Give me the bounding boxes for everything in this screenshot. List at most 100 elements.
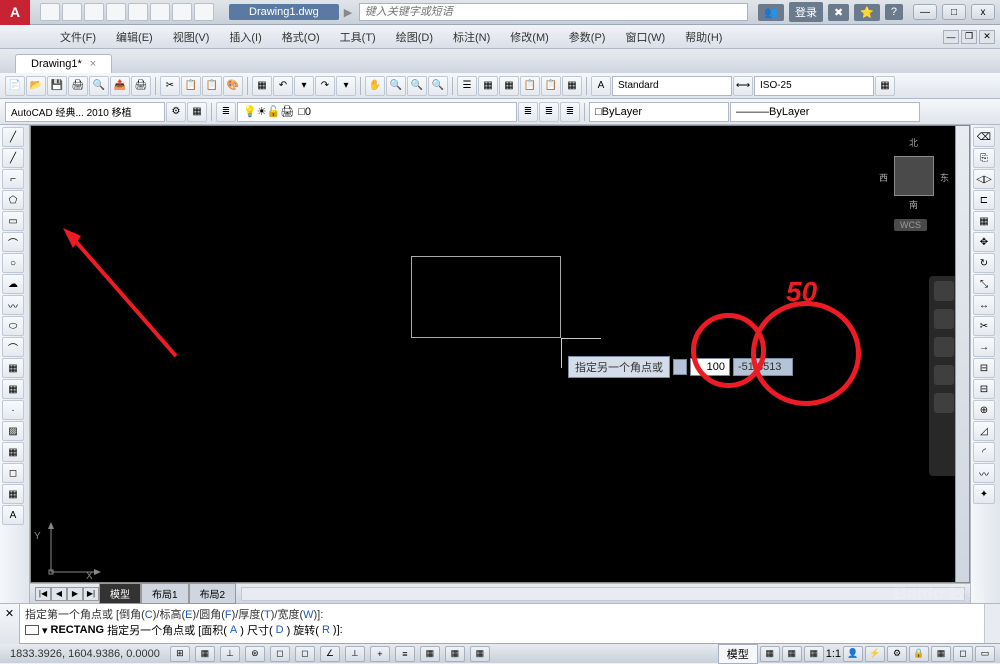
tab-drawing1[interactable]: Drawing1* × (15, 54, 112, 73)
layer-iso-icon[interactable]: ≣ (539, 102, 559, 122)
cube-east[interactable]: 东 (940, 171, 949, 184)
redo-icon[interactable]: ↷ (315, 76, 335, 96)
make-block-tool[interactable]: ▦ (2, 379, 24, 399)
login-button[interactable]: 登录 (789, 2, 823, 22)
xline-tool[interactable]: ╱ (2, 148, 24, 168)
help-icon[interactable]: ? (885, 4, 903, 20)
print-icon[interactable]: 🖨 (68, 76, 88, 96)
qprops-icon[interactable]: ▦ (445, 646, 465, 662)
calc-icon[interactable]: ▦ (562, 76, 582, 96)
undo-icon[interactable]: ↶ (273, 76, 293, 96)
tab-model[interactable]: 模型 (99, 583, 141, 604)
view-cube[interactable]: 北 南 东 西 WCS (879, 131, 949, 231)
coordinates[interactable]: 1833.3926, 1604.9386, 0.0000 (5, 648, 165, 660)
favorite-icon[interactable]: ⭐ (854, 4, 880, 21)
quickview-layouts-icon[interactable]: ▦ (760, 646, 780, 662)
tab-layout2[interactable]: 布局2 (189, 583, 237, 604)
polygon-tool[interactable]: ⬠ (2, 190, 24, 210)
dyn-input-icon[interactable]: + (370, 646, 390, 662)
pan-icon[interactable]: ✋ (365, 76, 385, 96)
sheet-icon[interactable]: 📋 (520, 76, 540, 96)
layout-last[interactable]: ▶| (83, 587, 99, 601)
cut-icon[interactable]: ✂ (160, 76, 180, 96)
ellipse-tool[interactable]: ⬭ (2, 316, 24, 336)
nav-showmotion-icon[interactable] (934, 393, 954, 413)
table-tool[interactable]: ▦ (2, 484, 24, 504)
anno-auto-icon[interactable]: ⚡ (865, 646, 885, 662)
menu-params[interactable]: 参数(P) (559, 26, 616, 48)
zoom-window-icon[interactable]: 🔍 (407, 76, 427, 96)
workspace-save-icon[interactable]: ▦ (187, 102, 207, 122)
menu-draw[interactable]: 绘图(D) (386, 26, 443, 48)
menu-help[interactable]: 帮助(H) (675, 26, 732, 48)
color-combo[interactable]: □ ByLayer (589, 102, 729, 122)
preview-icon[interactable]: 🔍 (89, 76, 109, 96)
stretch-tool[interactable]: ↔ (973, 295, 995, 315)
layer-state-icon[interactable]: ≣ (518, 102, 538, 122)
markup-icon[interactable]: 📋 (541, 76, 561, 96)
qat-redo[interactable] (172, 3, 192, 21)
command-text[interactable]: 指定第一个角点或 [倒角(C)/标高(E)/圆角(F)/厚度(T)/宽度(W)]… (20, 604, 984, 643)
cmd-scrollbar[interactable] (984, 604, 1000, 643)
move-tool[interactable]: ✥ (973, 232, 995, 252)
menu-edit[interactable]: 编辑(E) (106, 26, 163, 48)
maximize-button[interactable]: □ (942, 4, 966, 20)
polyline-tool[interactable]: ⌐ (2, 169, 24, 189)
mirror-tool[interactable]: ◁▷ (973, 169, 995, 189)
drawing-canvas[interactable]: 指定另一个角点或 -51.8513 50 Y X 北 南 (30, 125, 970, 583)
point-tool[interactable]: · (2, 400, 24, 420)
exchange-icon[interactable]: ✖ (828, 4, 849, 21)
arc-tool[interactable]: ⌒ (2, 232, 24, 252)
nav-zoom-icon[interactable] (934, 337, 954, 357)
anno-visibility-icon[interactable]: 👤 (843, 646, 863, 662)
cube-north[interactable]: 北 (909, 136, 918, 149)
layer-prev-icon[interactable]: ≣ (560, 102, 580, 122)
properties-icon[interactable]: ☰ (457, 76, 477, 96)
publish-icon[interactable]: 📤 (110, 76, 130, 96)
close-button[interactable]: x (971, 4, 995, 20)
cube-west[interactable]: 西 (879, 171, 888, 184)
nav-orbit-icon[interactable] (934, 365, 954, 385)
tab-layout1[interactable]: 布局1 (141, 583, 189, 604)
layer-combo[interactable]: 💡 ☀ 🔓 🖨 □ 0 (237, 102, 517, 122)
horizontal-scrollbar[interactable] (241, 587, 965, 601)
blend-tool[interactable]: 〰 (973, 463, 995, 483)
menu-file[interactable]: 文件(F) (50, 26, 106, 48)
doc-restore[interactable]: ❐ (961, 30, 977, 44)
break2-tool[interactable]: ⊟ (973, 379, 995, 399)
toolbar-lock-icon[interactable]: 🔒 (909, 646, 929, 662)
rotate-tool[interactable]: ↻ (973, 253, 995, 273)
nav-wheel-icon[interactable] (934, 281, 954, 301)
save-icon[interactable]: 💾 (47, 76, 67, 96)
qat-plot[interactable] (128, 3, 148, 21)
scale-value[interactable]: 1:1 (826, 648, 841, 660)
insert-block-tool[interactable]: ▦ (2, 358, 24, 378)
nav-pan-icon[interactable] (934, 309, 954, 329)
wcs-label[interactable]: WCS (894, 219, 927, 231)
gradient-tool[interactable]: ▦ (2, 442, 24, 462)
erase-tool[interactable]: ⌫ (973, 127, 995, 147)
polar-icon[interactable]: ⊛ (245, 646, 265, 662)
menu-modify[interactable]: 修改(M) (500, 26, 559, 48)
table-style-icon[interactable]: ▦ (875, 76, 895, 96)
linetype-combo[interactable]: ——— ByLayer (730, 102, 920, 122)
cmd-close-button[interactable]: ✕ (0, 604, 20, 644)
doc-close[interactable]: ✕ (979, 30, 995, 44)
tab-close-icon[interactable]: × (90, 58, 96, 70)
array-tool[interactable]: ▦ (973, 211, 995, 231)
isolate-icon[interactable]: ◻ (953, 646, 973, 662)
zoom-previous-icon[interactable]: 🔍 (428, 76, 448, 96)
workspace-switch-icon[interactable]: ⚙ (887, 646, 907, 662)
hatch-tool[interactable]: ▨ (2, 421, 24, 441)
cube-face[interactable] (894, 156, 934, 196)
vertical-scrollbar[interactable] (955, 126, 969, 582)
zoom-realtime-icon[interactable]: 🔍 (386, 76, 406, 96)
grid-icon[interactable]: ▦ (195, 646, 215, 662)
selection-icon[interactable]: ▦ (470, 646, 490, 662)
osnap-icon[interactable]: ◻ (270, 646, 290, 662)
copy-tool[interactable]: ⎘ (973, 148, 995, 168)
scale-tool[interactable]: ⤡ (973, 274, 995, 294)
qat-saveas[interactable] (106, 3, 126, 21)
offset-tool[interactable]: ⊏ (973, 190, 995, 210)
circle-tool[interactable]: ○ (2, 253, 24, 273)
